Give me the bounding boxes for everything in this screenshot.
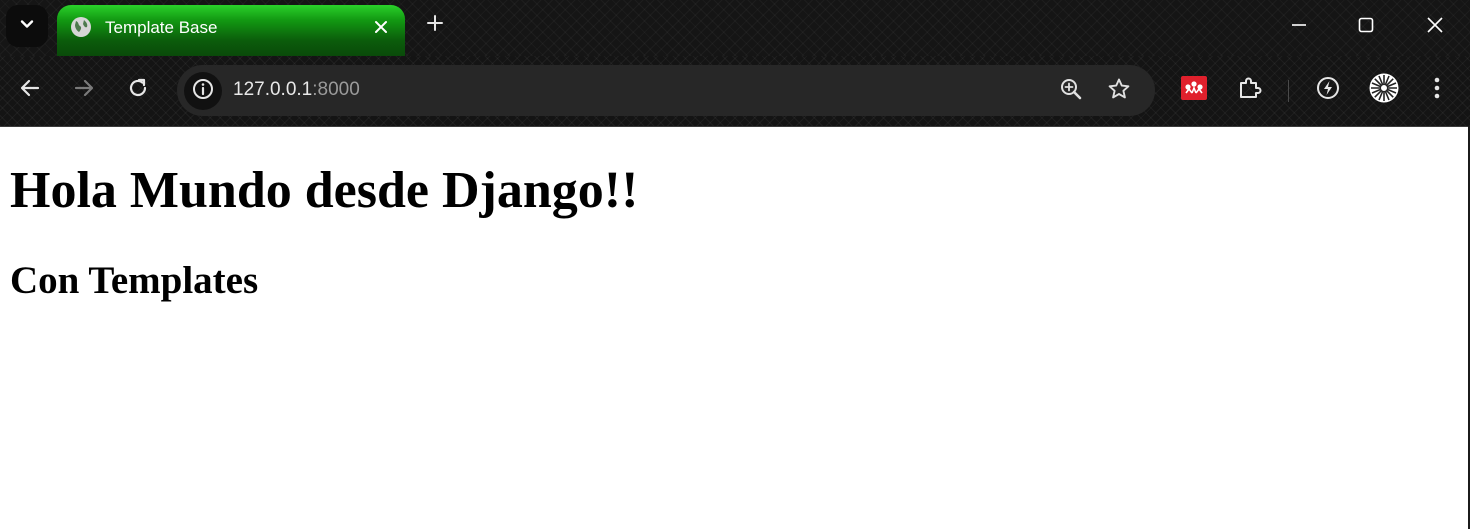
url-text[interactable]: 127.0.0.1:8000 <box>233 79 360 101</box>
site-info-button[interactable] <box>184 72 222 110</box>
tab-search-button[interactable] <box>6 5 48 47</box>
performance-button[interactable] <box>1314 76 1342 104</box>
more-menu-icon <box>1433 76 1441 105</box>
zoom-icon <box>1059 77 1083 106</box>
mendeley-extension-icon <box>1181 75 1207 105</box>
tab-title: Template Base <box>105 18 218 37</box>
bookmark-button[interactable] <box>1106 78 1132 104</box>
maximize-icon <box>1358 17 1374 38</box>
reload-icon <box>127 77 149 104</box>
page-subheading: Con Templates <box>10 259 259 302</box>
forward-button[interactable] <box>69 75 99 105</box>
forward-arrow-icon <box>73 77 95 104</box>
more-menu-button[interactable] <box>1423 76 1451 104</box>
minimize-icon <box>1291 17 1307 38</box>
chevron-down-icon <box>19 16 35 37</box>
page-heading: Hola Mundo desde Django!! <box>10 162 639 219</box>
site-info-icon <box>192 78 214 105</box>
back-arrow-icon <box>19 77 41 104</box>
title-bar: Template Base <box>0 0 1470 56</box>
bookmark-star-icon <box>1107 77 1131 106</box>
mendeley-extension-button[interactable] <box>1180 75 1208 105</box>
url-host: 127.0.0.1 <box>233 79 313 100</box>
maximize-button[interactable] <box>1346 8 1386 46</box>
reload-button[interactable] <box>123 75 153 105</box>
browser-toolbar: 127.0.0.1:8000 <box>0 56 1470 126</box>
extensions-button[interactable] <box>1235 76 1263 104</box>
new-tab-button[interactable] <box>421 11 449 39</box>
plus-icon <box>426 14 444 37</box>
globe-icon <box>70 16 92 38</box>
zoom-button[interactable] <box>1058 78 1084 104</box>
toolbar-divider <box>1288 80 1289 102</box>
address-bar[interactable]: 127.0.0.1:8000 <box>177 65 1155 116</box>
url-port: :8000 <box>312 79 360 100</box>
close-icon <box>1426 16 1444 39</box>
tab-template-base[interactable]: Template Base <box>57 5 405 56</box>
minimize-button[interactable] <box>1279 8 1319 46</box>
profile-button[interactable] <box>1368 73 1400 108</box>
profile-avatar-icon <box>1369 73 1399 108</box>
back-button[interactable] <box>15 75 45 105</box>
page-content: Hola Mundo desde Django!! Con Templates <box>0 126 1468 529</box>
performance-icon <box>1315 75 1341 106</box>
extensions-puzzle-icon <box>1236 75 1262 106</box>
tab-close-icon[interactable] <box>369 15 393 39</box>
window-close-button[interactable] <box>1415 8 1455 46</box>
